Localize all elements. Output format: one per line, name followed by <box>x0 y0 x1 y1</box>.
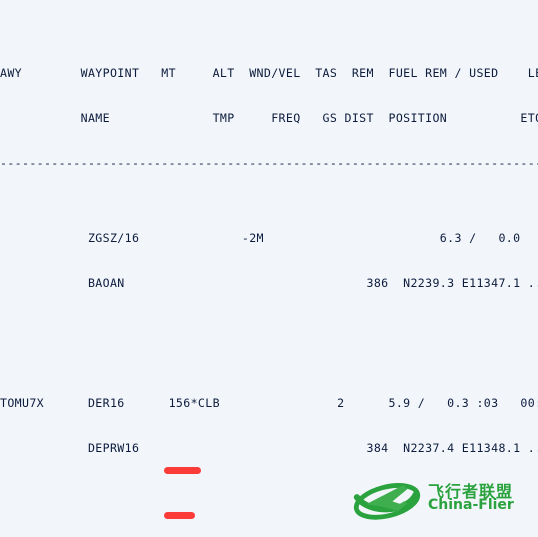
table-row: BAOAN 386 N2239.3 E11347.1 ...../... <box>0 276 538 290</box>
header-separator: ----------------------------------------… <box>0 156 538 170</box>
navigation-log-page: AWY WAYPOINT MT ALT WND/VEL TAS REM FUEL… <box>0 0 538 537</box>
table-row: TOMU7X DER16 156*CLB 2 5.9 / 0.3 :03 00:… <box>0 396 538 410</box>
navlog-text-sheet: AWY WAYPOINT MT ALT WND/VEL TAS REM FUEL… <box>0 0 538 537</box>
row-spacer <box>0 321 538 336</box>
table-row: DEPRW16 384 N2237.4 E11348.1 ...../... <box>0 441 538 455</box>
table-header-row-2: NAME TMP FREQ GS DIST POSITION ETO / <box>0 111 538 125</box>
table-row: ZGSZ/16 -2M 6.3 / 0.0 <box>0 231 521 245</box>
table-header-row-1: AWY WAYPOINT MT ALT WND/VEL TAS REM FUEL… <box>0 66 538 80</box>
row-spacer <box>0 486 538 501</box>
